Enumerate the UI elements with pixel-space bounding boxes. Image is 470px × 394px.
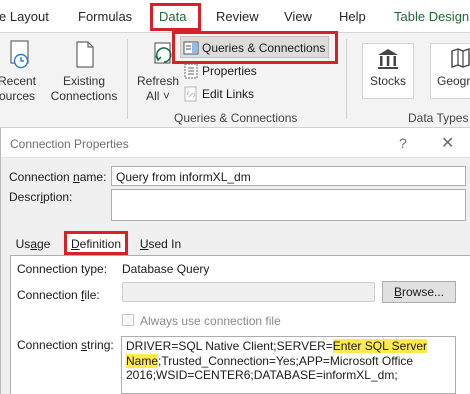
chevron-down-icon: ˅ xyxy=(162,89,170,103)
recent-sources-icon xyxy=(10,40,29,69)
tab-formulas[interactable]: Formulas xyxy=(78,9,132,24)
refresh-all-button[interactable]: Refresh All ˅ xyxy=(135,39,181,104)
description-input[interactable] xyxy=(111,189,466,221)
active-tab-indicator xyxy=(160,28,190,31)
always-use-connection-file-checkbox[interactable] xyxy=(122,314,134,326)
properties-label: Properties xyxy=(202,64,257,78)
ribbon-separator xyxy=(346,39,347,119)
tab-usage[interactable]: Usage xyxy=(11,234,55,255)
stocks-icon xyxy=(378,49,398,69)
existing-connections-icon xyxy=(76,41,94,68)
queries-group-label: Queries & Connections xyxy=(174,111,298,125)
ribbon-separator xyxy=(127,39,128,119)
stocks-button[interactable]: Stocks xyxy=(362,43,414,99)
refresh-all-label-2: All ˅ xyxy=(146,89,170,103)
existing-connections-button[interactable]: Existing Connections xyxy=(47,39,121,104)
geography-label: Geogr xyxy=(437,74,470,88)
recent-sources-button[interactable]: Recent ources xyxy=(0,39,42,104)
connection-type-label: Connection type: xyxy=(17,262,108,276)
connection-name-label: Connection name: xyxy=(9,170,107,184)
connection-name-input[interactable]: Query from informXL_dm xyxy=(111,166,466,186)
properties-button[interactable]: Properties xyxy=(181,60,281,82)
queries-connections-label: Queries & Connections xyxy=(202,41,326,55)
always-use-connection-file-label: Always use connection file xyxy=(140,314,281,328)
dialog-title: Connection Properties xyxy=(10,137,129,151)
tab-used-in[interactable]: Used In xyxy=(133,234,188,255)
connection-properties-dialog: Connection Properties ? ✕ Connection nam… xyxy=(0,128,470,394)
edit-links-icon xyxy=(184,86,197,102)
help-icon[interactable]: ? xyxy=(399,135,407,151)
connection-file-label: Connection file: xyxy=(17,288,100,302)
close-icon[interactable]: ✕ xyxy=(441,133,454,153)
existing-connections-label-2: Connections xyxy=(50,89,118,103)
existing-connections-label-1: Existing xyxy=(62,74,106,88)
connection-string-label: Connection string: xyxy=(17,338,114,352)
properties-icon xyxy=(184,63,198,79)
geography-icon xyxy=(451,48,470,68)
browse-button[interactable]: Browse... xyxy=(382,281,456,303)
connection-file-input[interactable] xyxy=(122,282,375,302)
connection-string-part-1: DRIVER=SQL Native Client;SERVER= xyxy=(126,339,333,353)
refresh-all-icon xyxy=(154,42,172,64)
tab-page-layout[interactable]: e Layout xyxy=(0,9,49,24)
tab-review[interactable]: Review xyxy=(216,9,259,24)
recent-sources-label-2: ources xyxy=(0,89,36,103)
datatypes-group-label: Data Types xyxy=(408,111,469,125)
tab-data[interactable]: Data xyxy=(159,9,186,24)
ribbon-panel: Recent ources Existing Connections Refre… xyxy=(0,31,470,128)
connection-type-value: Database Query xyxy=(122,262,210,276)
connection-string-textarea[interactable]: DRIVER=SQL Native Client;SERVER=Enter SQ… xyxy=(121,336,456,394)
edit-links-label: Edit Links xyxy=(202,87,255,101)
tab-view[interactable]: View xyxy=(284,9,312,24)
ribbon-tab-bar: e Layout Formulas Data Review View Help … xyxy=(0,0,470,33)
stocks-label: Stocks xyxy=(369,74,406,88)
description-label: Description: xyxy=(9,190,73,204)
dialog-title-bar: Connection Properties ? ✕ xyxy=(1,128,470,158)
tab-definition[interactable]: Definition xyxy=(64,233,128,256)
recent-sources-label-1: Recent xyxy=(0,74,37,88)
queries-connections-icon xyxy=(183,41,199,55)
edit-links-button[interactable]: Edit Links xyxy=(181,83,281,105)
tab-help[interactable]: Help xyxy=(339,9,366,24)
queries-connections-button[interactable]: Queries & Connections xyxy=(180,36,329,58)
refresh-all-label-1: Refresh xyxy=(136,74,180,88)
tab-table-design[interactable]: Table Design xyxy=(394,9,469,24)
connection-string-part-2: ;Trusted_Connection=Yes;APP=Microsoft Of… xyxy=(126,353,414,383)
geography-button[interactable]: Geogr xyxy=(430,43,470,99)
